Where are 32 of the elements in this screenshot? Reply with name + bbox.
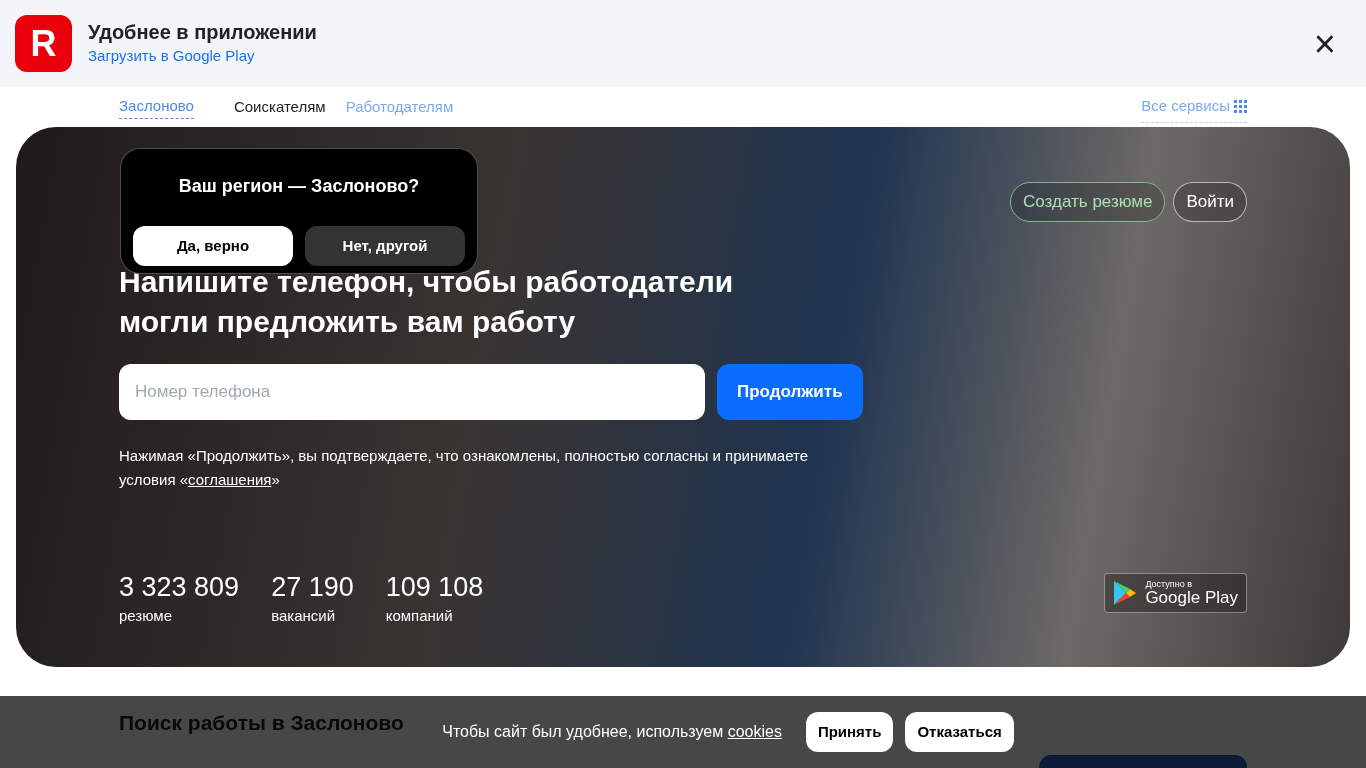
refuse-button[interactable]: Отказаться [905,712,1014,752]
consent-text: Нажимая «Продолжить», вы подтверждаете, что ознакомлены, полностью согласны и принимаете условия «соглашения» [119,446,810,490]
confirm-button[interactable]: Да, верно [133,226,293,266]
stat-label: резюме [119,605,173,626]
header-button[interactable]: Войти [1173,182,1247,222]
play-icon [1113,580,1138,606]
stat-value: 27 190 [271,573,354,601]
close-button[interactable]: × [1313,24,1336,63]
accept-button[interactable]: Принять [805,712,894,752]
nav-link[interactable]: Соискателям [233,95,326,119]
continue-button[interactable]: Продолжить [717,364,863,420]
section-heading: Поиск работы в Заслоново [119,710,404,736]
badge-caption: Доступно в [1145,580,1193,589]
stat-value: 109 108 [385,573,484,601]
header-button[interactable]: Создать резюме [1010,182,1166,222]
cookies-link[interactable]: cookies [727,723,782,740]
decline-button[interactable]: Нет, другой [305,226,465,266]
region-link[interactable]: Заслоново [119,95,194,119]
hero-heading: Напишите телефон, чтобы работодатели могли предложить вам работу [119,264,735,340]
google-play-badge[interactable]: Доступно в Google Play [1104,573,1247,613]
app-logo: R [15,15,72,72]
stat-label: вакансий [271,605,337,626]
grid-icon [1234,100,1247,113]
badge-store-name: Google Play [1145,589,1238,606]
cookie-text: Чтобы сайт был удобнее, используем cookies [442,722,782,742]
stat-value: 3 323 809 [119,573,240,601]
agreement-link[interactable]: соглашения [188,471,272,488]
popup-question: Ваш регион — Заслоново? [178,175,420,198]
phone-field[interactable]: Номер телефона [119,364,705,420]
banner-link[interactable]: Загрузить в Google Play [88,44,255,68]
stat-label: компаний [385,605,454,626]
banner-title: Удобнее в приложении [88,19,318,45]
